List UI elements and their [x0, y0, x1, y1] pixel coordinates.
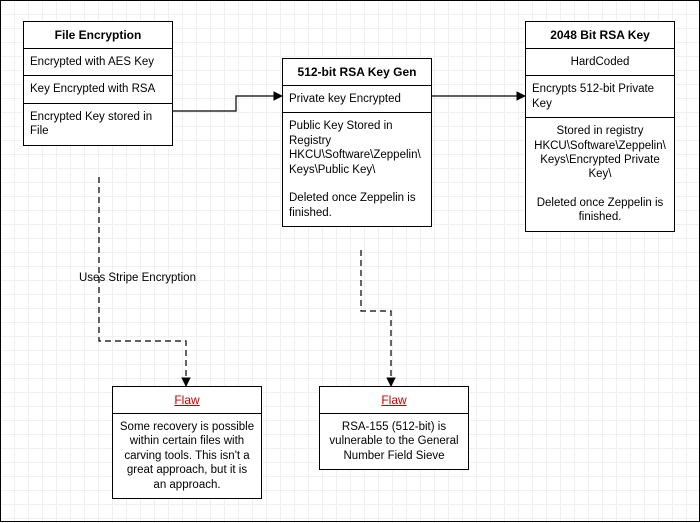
flaw-title: Flaw: [320, 387, 468, 414]
box-rsa2048: 2048 Bit RSA Key HardCoded Encrypts 512-…: [525, 21, 675, 232]
box-row: Some recovery is possible within certain…: [113, 414, 261, 498]
box-row: Stored in registry HKCU\Software\Zeppeli…: [526, 118, 674, 231]
box-row: Encrypted Key stored in File: [24, 104, 172, 145]
box-row: Encrypts 512-bit Private Key: [526, 76, 674, 118]
box-row: RSA-155 (512-bit) is vulnerable to the G…: [320, 414, 468, 469]
flaw-title: Flaw: [113, 387, 261, 414]
box-row: Public Key Stored in Registry HKCU\Softw…: [283, 113, 431, 226]
box-title: File Encryption: [24, 22, 172, 49]
box-row: Private key Encrypted: [283, 86, 431, 113]
box-row: Encrypted with AES Key: [24, 49, 172, 76]
box-flaw-rsa512: Flaw RSA-155 (512-bit) is vulnerable to …: [319, 386, 469, 470]
box-title: 512-bit RSA Key Gen: [283, 59, 431, 86]
box-file-encryption: File Encryption Encrypted with AES Key K…: [23, 21, 173, 146]
box-title: 2048 Bit RSA Key: [526, 22, 674, 49]
box-row: Key Encrypted with RSA: [24, 76, 172, 103]
box-rsa512: 512-bit RSA Key Gen Private key Encrypte…: [282, 58, 432, 227]
box-flaw-stripe: Flaw Some recovery is possible within ce…: [112, 386, 262, 499]
edge-label-stripe: Uses Stripe Encryption: [79, 272, 196, 284]
box-row: HardCoded: [526, 49, 674, 76]
